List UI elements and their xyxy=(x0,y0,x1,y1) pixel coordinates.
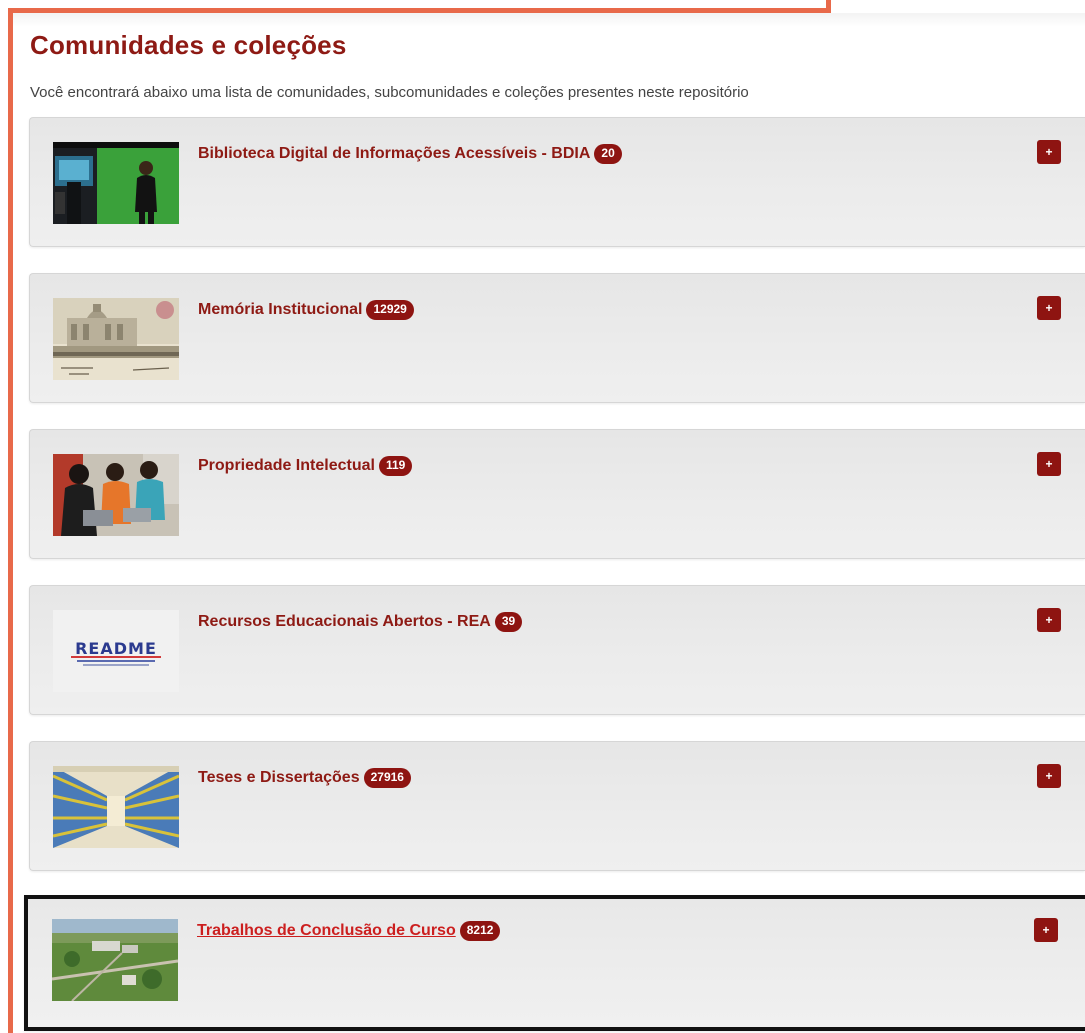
expand-button-bdia[interactable]: + xyxy=(1037,140,1061,164)
community-card-rea: README Recursos Educacionais Abertos - R… xyxy=(29,585,1085,715)
item-count-badge: 39 xyxy=(494,612,523,632)
community-thumbnail-rea: README xyxy=(53,610,179,692)
community-card-memoria: Memória Institucional 12929 + xyxy=(29,273,1085,403)
page-subtitle: Você encontrará abaixo uma lista de comu… xyxy=(30,84,749,101)
expand-button-rea[interactable]: + xyxy=(1037,608,1061,632)
item-count-badge: 119 xyxy=(378,456,413,476)
community-card-tcc: Trabalhos de Conclusão de Curso 8212 + xyxy=(24,895,1085,1031)
community-link-propriedade[interactable]: Propriedade Intelectual 119 xyxy=(198,456,413,476)
community-link-bdia[interactable]: Biblioteca Digital de Informações Acessí… xyxy=(198,144,622,164)
expand-button-teses[interactable]: + xyxy=(1037,764,1061,788)
item-count-badge: 12929 xyxy=(366,300,414,320)
community-link-memoria[interactable]: Memória Institucional 12929 xyxy=(198,300,414,320)
thumb-logo-text: README xyxy=(75,639,157,658)
community-thumbnail-teses xyxy=(53,766,179,848)
highlight-border-left xyxy=(8,8,13,1033)
community-name: Biblioteca Digital de Informações Acessí… xyxy=(198,145,591,162)
community-name: Recursos Educacionais Abertos - REA xyxy=(198,613,491,630)
community-link-teses[interactable]: Teses e Dissertações 27916 xyxy=(198,768,411,788)
page-frame: Comunidades e coleções Você encontrará a… xyxy=(0,0,1085,1033)
item-count-badge: 27916 xyxy=(363,768,411,788)
community-thumbnail-bdia xyxy=(53,142,179,224)
community-name: Propriedade Intelectual xyxy=(198,457,375,474)
community-card-teses: Teses e Dissertações 27916 + xyxy=(29,741,1085,871)
highlight-border-tick xyxy=(826,0,831,13)
community-thumbnail-memoria xyxy=(53,298,179,380)
community-card-bdia: Biblioteca Digital de Informações Acessí… xyxy=(29,117,1085,247)
community-name: Trabalhos de Conclusão de Curso xyxy=(197,922,456,939)
community-link-rea[interactable]: Recursos Educacionais Abertos - REA 39 xyxy=(198,612,523,632)
community-thumbnail-tcc xyxy=(52,919,178,1001)
community-name: Teses e Dissertações xyxy=(198,769,360,786)
expand-button-propriedade[interactable]: + xyxy=(1037,452,1061,476)
top-strip xyxy=(13,13,1085,27)
community-thumbnail-propriedade xyxy=(53,454,179,536)
page-title: Comunidades e coleções xyxy=(30,30,347,60)
community-name: Memória Institucional xyxy=(198,301,363,318)
expand-button-tcc[interactable]: + xyxy=(1034,918,1058,942)
item-count-badge: 20 xyxy=(594,144,622,164)
item-count-badge: 8212 xyxy=(459,921,501,941)
community-card-propriedade: Propriedade Intelectual 119 + xyxy=(29,429,1085,559)
community-link-tcc[interactable]: Trabalhos de Conclusão de Curso 8212 xyxy=(197,921,501,941)
expand-button-memoria[interactable]: + xyxy=(1037,296,1061,320)
